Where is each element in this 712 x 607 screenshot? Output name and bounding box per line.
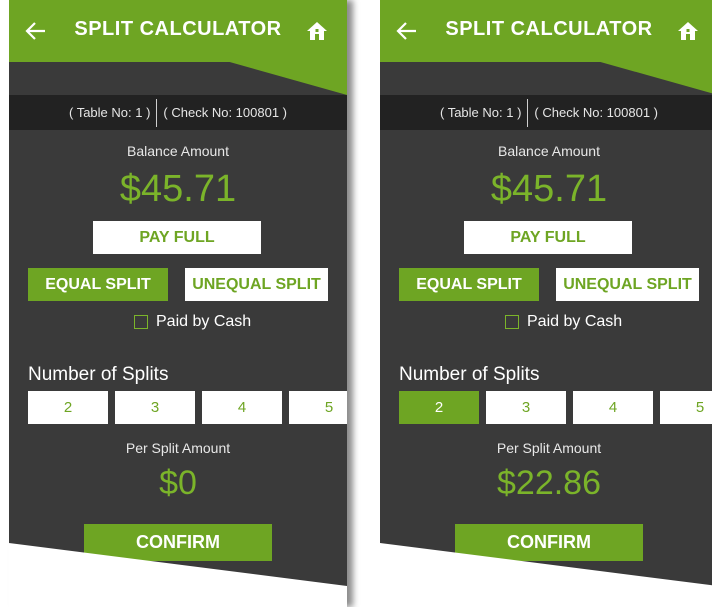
split-option-5[interactable]: 5 (660, 391, 712, 424)
per-split-amount: $0 (159, 464, 197, 502)
unequal-split-button[interactable]: UNEQUAL SPLIT (185, 268, 328, 301)
number-of-splits-label: Number of Splits (399, 364, 540, 385)
split-option-2[interactable]: 2 (399, 391, 479, 424)
paid-by-cash-label: Paid by Cash (156, 313, 252, 330)
table-check-info-bar: ( Table No: 1 ) ( Check No: 100801 ) (9, 95, 347, 130)
number-of-splits-label: Number of Splits (28, 364, 169, 385)
split-option-5[interactable]: 5 (289, 391, 347, 424)
split-calculator-screen-after: SPLIT CALCULATOR ( Table No: 1 ) ( Check… (380, 0, 712, 607)
pay-full-button[interactable]: PAY FULL (464, 221, 632, 254)
table-number: ( Table No: 1 ) (440, 105, 522, 120)
check-number: ( Check No: 100801 ) (534, 105, 658, 120)
paid-by-cash-checkbox[interactable]: Paid by Cash (505, 313, 622, 331)
split-option-3[interactable]: 3 (486, 391, 566, 424)
top-bar: SPLIT CALCULATOR (9, 0, 347, 62)
paid-by-cash-label: Paid by Cash (527, 313, 623, 330)
balance-amount: $45.71 (119, 168, 237, 210)
table-check-info-bar: ( Table No: 1 ) ( Check No: 100801 ) (380, 95, 712, 130)
checkbox-box[interactable] (505, 315, 519, 329)
table-number: ( Table No: 1 ) (69, 105, 151, 120)
split-calculator-screen-before: SPLIT CALCULATOR ( Table No: 1 ) ( Check… (9, 0, 347, 607)
pay-full-button[interactable]: PAY FULL (93, 221, 261, 254)
per-split-amount: $22.86 (497, 464, 601, 502)
split-option-2[interactable]: 2 (28, 391, 108, 424)
per-split-label: Per Split Amount (496, 440, 602, 456)
balance-amount: $45.71 (490, 168, 608, 210)
split-option-3[interactable]: 3 (115, 391, 195, 424)
home-icon[interactable] (305, 20, 329, 42)
page-title: SPLIT CALCULATOR (74, 18, 282, 40)
top-bar: SPLIT CALCULATOR (380, 0, 712, 62)
unequal-split-button[interactable]: UNEQUAL SPLIT (556, 268, 699, 301)
divider (527, 98, 529, 127)
confirm-button[interactable]: CONFIRM (455, 524, 643, 561)
split-option-4[interactable]: 4 (573, 391, 653, 424)
equal-split-button[interactable]: EQUAL SPLIT (399, 268, 539, 301)
divider (156, 98, 158, 127)
checkbox-box[interactable] (134, 315, 148, 329)
equal-split-button[interactable]: EQUAL SPLIT (28, 268, 168, 301)
balance-label: Balance Amount (498, 143, 600, 159)
check-number: ( Check No: 100801 ) (163, 105, 287, 120)
confirm-button[interactable]: CONFIRM (84, 524, 272, 561)
balance-label: Balance Amount (127, 143, 229, 159)
home-icon[interactable] (676, 20, 700, 42)
per-split-label: Per Split Amount (125, 440, 231, 456)
split-option-4[interactable]: 4 (202, 391, 282, 424)
page-title: SPLIT CALCULATOR (445, 18, 653, 40)
paid-by-cash-checkbox[interactable]: Paid by Cash (134, 313, 251, 331)
